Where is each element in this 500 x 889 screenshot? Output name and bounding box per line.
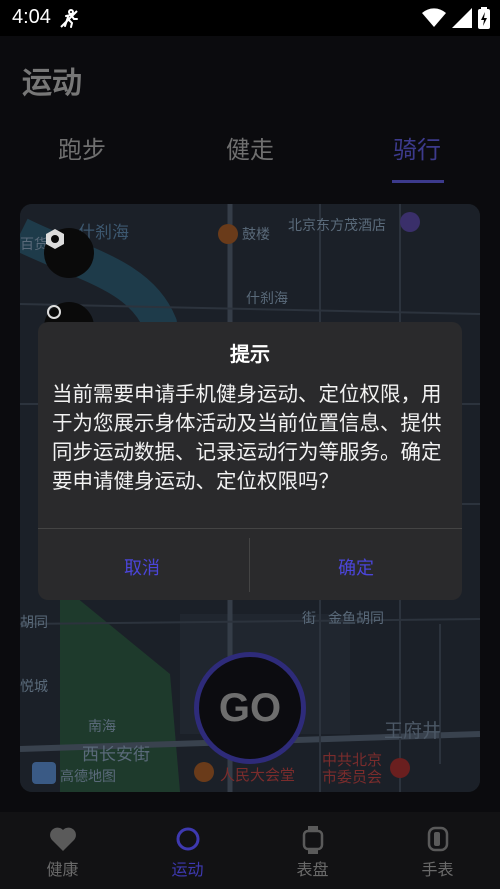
dialog-button-divider — [249, 538, 250, 592]
go-button[interactable]: GO — [194, 652, 306, 764]
nav-watch[interactable]: 手表 — [375, 812, 500, 889]
drum-tower-poi-icon — [218, 224, 238, 244]
status-time: 4:04 — [12, 6, 51, 28]
map-attribution: 高德地图 — [60, 769, 116, 785]
dialog-title: 提示 — [230, 342, 270, 366]
cancel-button[interactable]: 取消 — [124, 554, 160, 580]
status-bar: 4:04 — [0, 0, 500, 36]
govt-poi-icon — [390, 758, 410, 778]
watch-face-icon — [302, 826, 323, 854]
tab-running[interactable]: 跑步 — [58, 130, 106, 165]
hotel-poi-icon — [400, 212, 420, 232]
dialog-divider — [38, 528, 462, 529]
battery-charging-icon — [478, 7, 490, 29]
no-gps-icon — [60, 8, 78, 28]
amap-logo-icon — [32, 762, 56, 784]
map-label: 中共北京市委员会 — [322, 751, 383, 786]
watch-icon — [427, 826, 448, 852]
go-button-label: GO — [218, 685, 282, 730]
nav-watch-faces[interactable]: 表盘 — [250, 812, 375, 889]
sport-tabs: 跑步 健走 骑行 — [0, 130, 500, 186]
hexagon-settings-icon — [46, 229, 64, 249]
page-title: 运动 — [22, 66, 82, 101]
active-tab-indicator — [392, 180, 444, 183]
map-label: 胡同 — [20, 615, 48, 631]
heart-icon — [49, 827, 76, 851]
map-label: 什刹海 — [246, 291, 288, 307]
great-hall-poi-icon — [194, 762, 214, 782]
map-label: 西长安街 — [82, 745, 150, 765]
map-label: 金鱼胡同 — [328, 611, 384, 627]
map-label: 悦城 — [20, 679, 48, 695]
signal-icon — [452, 8, 472, 28]
nav-health[interactable]: 健康 — [0, 812, 125, 889]
map-settings-button[interactable] — [44, 228, 94, 278]
nav-label: 手表 — [421, 860, 454, 879]
locate-icon — [47, 305, 61, 319]
status-icons — [422, 7, 490, 29]
bottom-nav: 健康 运动 表盘 手表 — [0, 812, 500, 889]
map-label: 街 — [302, 611, 316, 627]
permission-dialog: 提示 当前需要申请手机健身运动、定位权限，用于为您展示身体活动及当前位置信息、提… — [38, 322, 462, 600]
map-label: 鼓楼 — [242, 227, 270, 243]
wifi-icon — [422, 8, 446, 27]
tab-cycling[interactable]: 骑行 — [393, 130, 441, 165]
map-label: 王府井 — [384, 720, 442, 742]
map-label: 北京东方茂酒店 — [288, 218, 386, 234]
nav-label: 运动 — [171, 860, 204, 879]
dialog-message: 当前需要申请手机健身运动、定位权限，用于为您展示身体活动及当前位置信息、提供同步… — [52, 382, 442, 493]
nav-label: 健康 — [46, 860, 79, 879]
tab-walking[interactable]: 健走 — [226, 130, 274, 165]
map-label: 人民大会堂 — [220, 766, 296, 784]
activity-ring-icon — [176, 827, 199, 851]
map-label: 南海 — [88, 719, 116, 735]
nav-sport[interactable]: 运动 — [125, 812, 250, 889]
confirm-button[interactable]: 确定 — [338, 554, 374, 580]
nav-label: 表盘 — [296, 860, 329, 879]
